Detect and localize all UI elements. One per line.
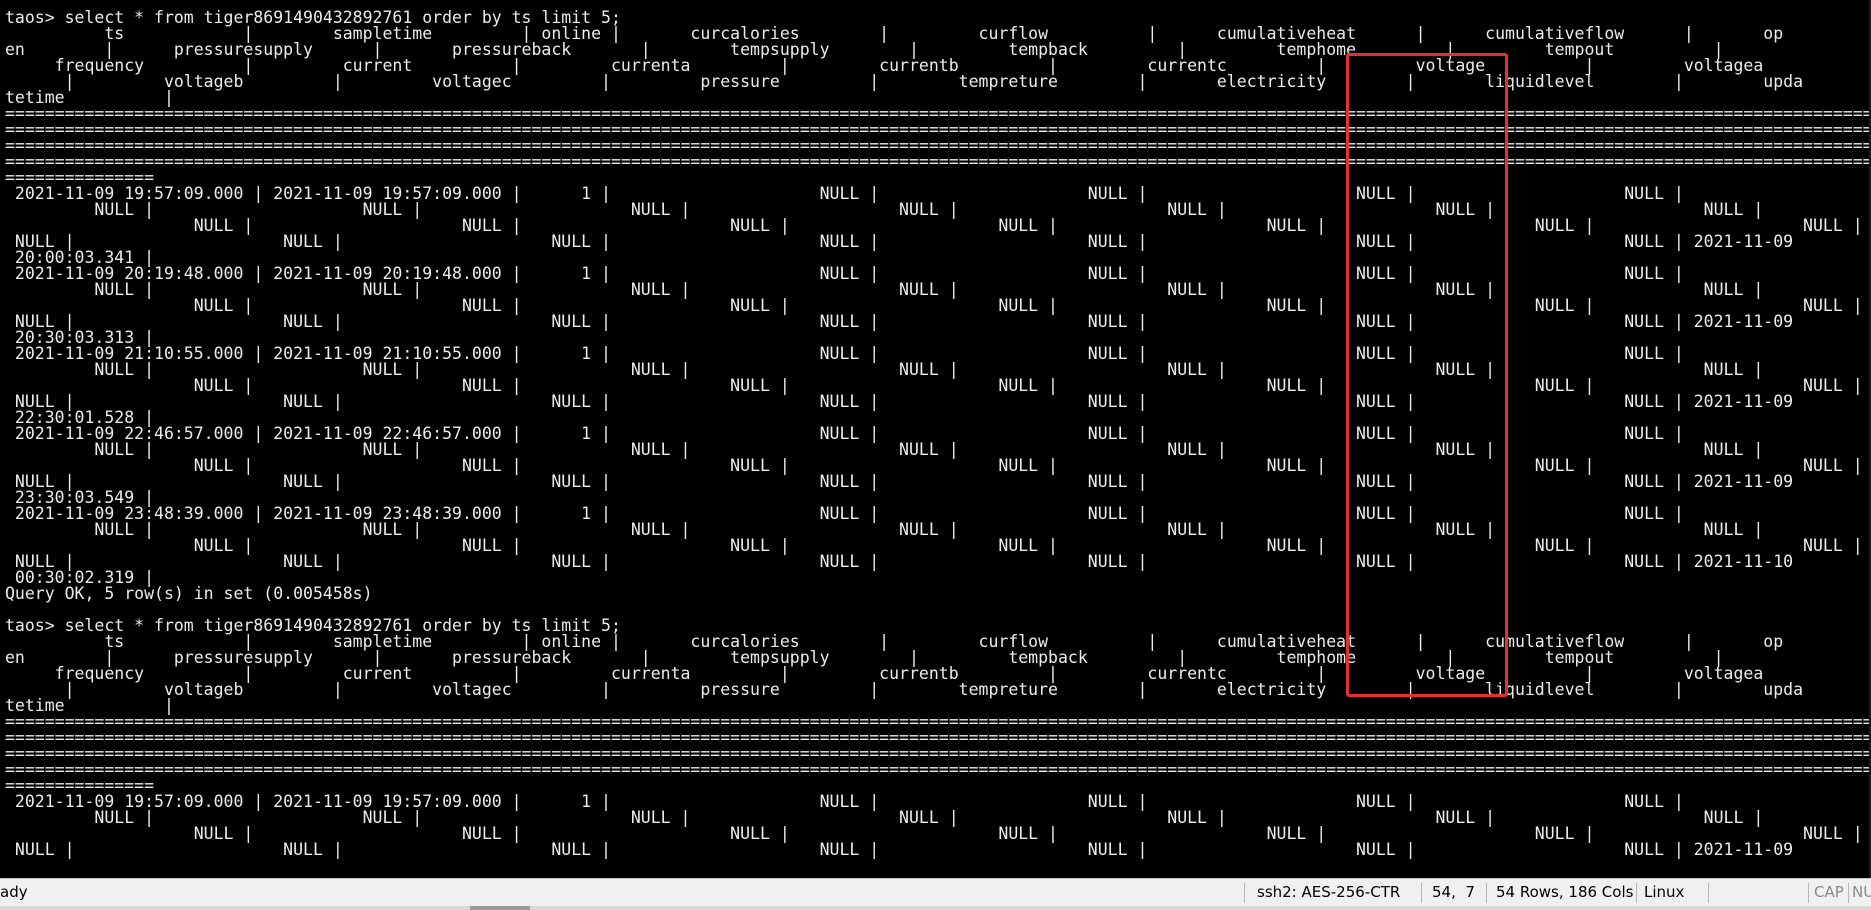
status-separator [1421,883,1422,903]
status-os: Linux [1644,883,1685,901]
status-ready: ady [0,883,28,901]
status-separator [1808,883,1809,903]
status-terminal-size: 54 Rows, 186 Cols [1496,883,1634,901]
status-separator [1486,883,1487,903]
temphome-highlight-box [1346,53,1508,697]
status-separator [1636,883,1637,903]
horizontal-scrollbar[interactable] [0,906,1871,910]
terminal-output-area[interactable]: taos> select * from tiger869149043289276… [0,0,1871,878]
status-separator [1848,883,1849,903]
status-bar: ady ssh2: AES-256-CTR 54, 7 54 Rows, 186… [0,878,1871,906]
status-num-lock: NU [1852,883,1871,901]
status-separator [1244,883,1245,903]
status-connection: ssh2: AES-256-CTR [1257,883,1401,901]
status-caps-lock: CAP [1814,883,1844,901]
status-separator [1708,883,1709,903]
horizontal-scrollbar-thumb[interactable] [470,906,530,910]
terminal-text: taos> select * from tiger869149043289276… [5,8,1871,859]
status-cursor-position: 54, 7 [1432,883,1475,901]
